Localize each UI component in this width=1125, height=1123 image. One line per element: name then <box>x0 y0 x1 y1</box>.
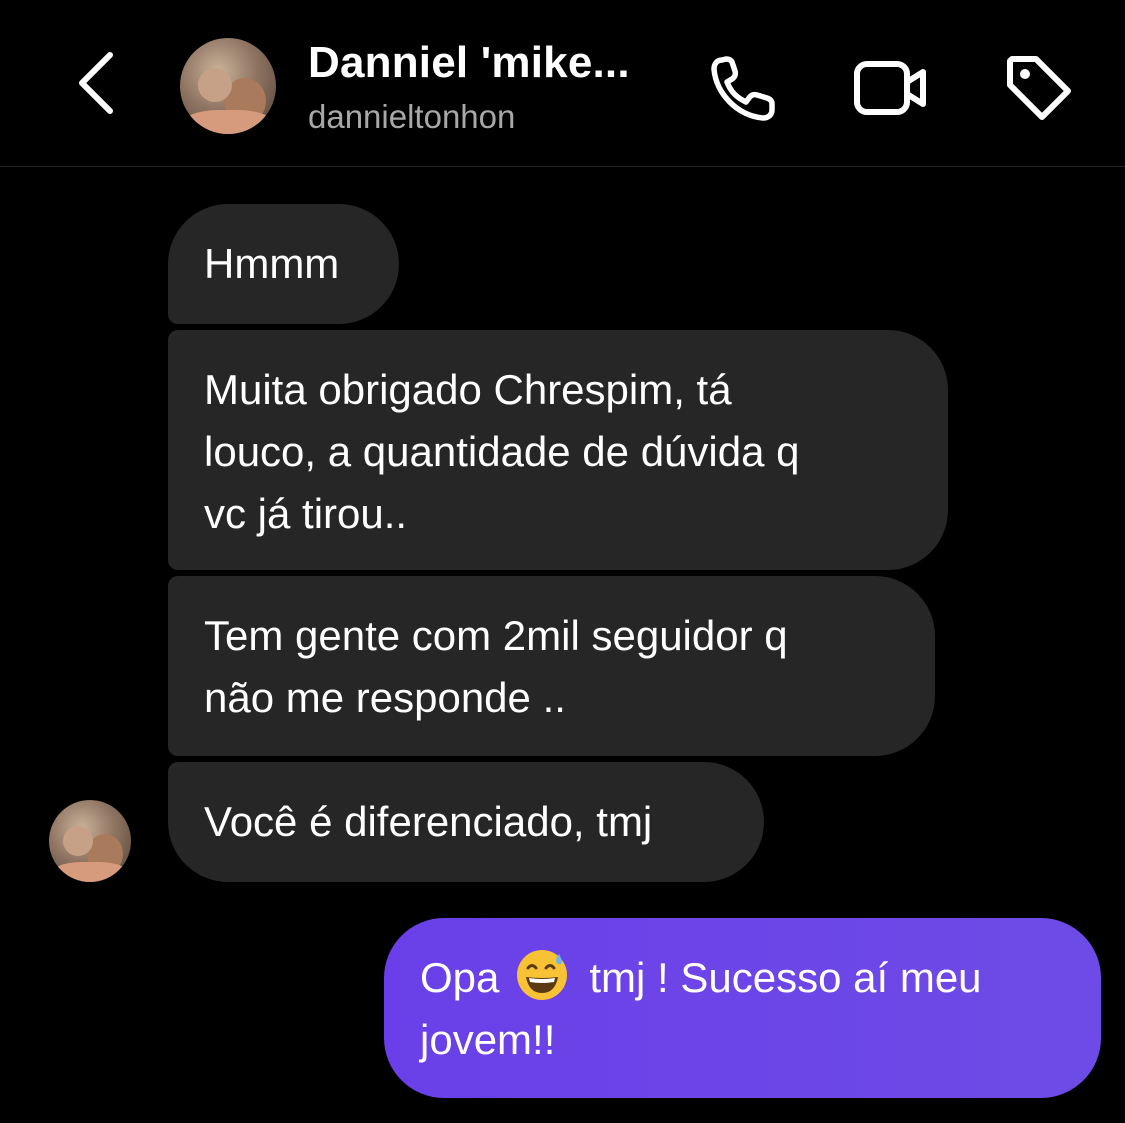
contact-name[interactable]: Danniel 'mike... <box>308 38 630 88</box>
back-button[interactable] <box>66 48 126 118</box>
received-message[interactable]: Tem gente com 2mil seguidor q não me res… <box>168 576 935 756</box>
sender-avatar[interactable] <box>49 800 131 882</box>
video-call-button[interactable] <box>851 48 931 128</box>
contact-username[interactable]: dannieltonhon <box>308 98 515 136</box>
chevron-left-icon <box>79 52 113 114</box>
sent-text-end: tmj ! Sucesso aí meu <box>589 954 982 1001</box>
audio-call-button[interactable] <box>704 48 784 128</box>
contact-avatar[interactable] <box>180 38 276 134</box>
tag-icon <box>1007 56 1071 120</box>
sent-message[interactable]: Opa tmj ! Sucesso aí meu jovem!! <box>384 918 1101 1098</box>
received-message[interactable]: Muita obrigado Chrespim, tá louco, a qua… <box>168 330 948 570</box>
received-message[interactable]: Hmmm <box>168 204 399 324</box>
video-camera-icon <box>854 61 926 115</box>
phone-icon <box>711 56 775 121</box>
tag-button[interactable] <box>999 48 1079 128</box>
chat-header: Danniel 'mike... dannieltonhon <box>0 0 1125 167</box>
grinning-face-with-sweat-icon <box>517 950 568 1000</box>
sent-text-line2: jovem!! <box>420 1016 556 1063</box>
received-message[interactable]: Você é diferenciado, tmj <box>168 762 764 882</box>
sent-text-start: Opa <box>420 954 500 1001</box>
